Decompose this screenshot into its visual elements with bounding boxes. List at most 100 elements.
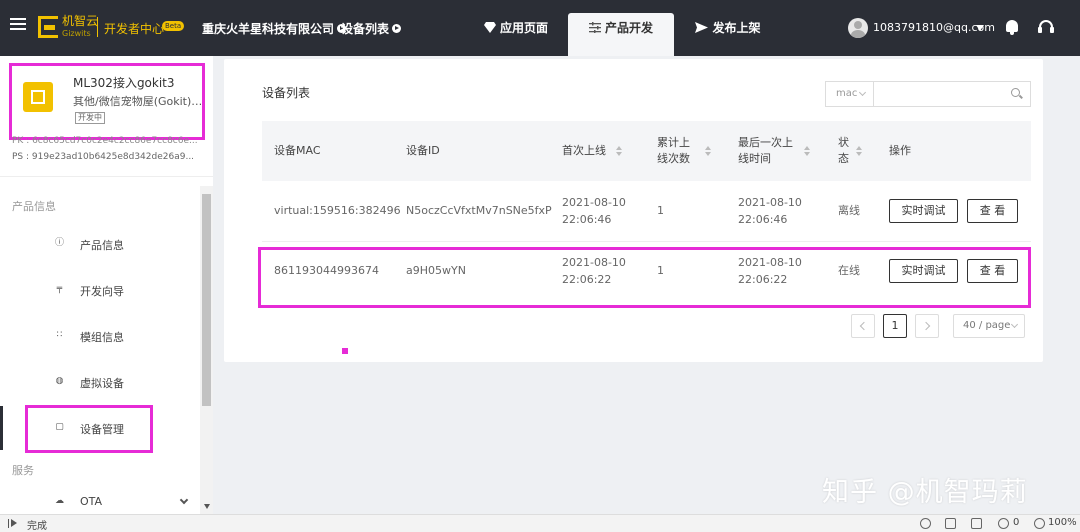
col-actions: 操作 [889,144,911,157]
chip-icon [23,82,53,112]
sidebar-item-label: 模组信息 [80,331,124,344]
logo-subtext: Gizwits [62,29,91,38]
tab-app-pages[interactable]: 应用页面 [470,13,562,56]
scroll-down-icon[interactable] [204,504,210,509]
first-online-date: 2021-08-10 [562,196,626,209]
pager-current-page[interactable]: 1 [883,314,907,338]
product-name: ML302接入gokit3 [73,76,175,90]
sidebar: ML302接入gokit3 其他/微信宠物屋(Gokit)/... 开发中 PK… [0,56,213,514]
diamond-icon [483,22,496,33]
col-first-online[interactable]: 首次上线 [562,143,606,159]
product-secret-value: PS : 919e23ad10b6425e8d342de26a9... [12,152,195,162]
cell-first-online: 2021-08-10 22:06:46 [562,194,626,228]
chevron-down-icon [858,88,867,97]
sidebar-item-virtual-device[interactable]: ◍ 虚拟设备 [0,360,200,404]
shield-icon[interactable] [920,518,931,529]
sidebar-item-label: 产品信息 [80,239,124,252]
page-title: 设备列表 [262,86,311,100]
download-icon[interactable] [971,518,982,529]
last-online-time: 22:06:46 [738,213,788,226]
realtime-debug-button[interactable]: 实时调试 [889,199,958,223]
annotation-dot [342,348,348,354]
col-label: 首次上线 [562,144,606,157]
highlight-box [25,405,153,453]
cloud-icon: ☁ [55,496,64,506]
bell-icon[interactable] [1006,20,1018,35]
sidebar-item-module-info[interactable]: ∷ 模组信息 [0,314,200,358]
company-name: 重庆火羊星科技有限公司 [202,22,335,36]
play-icon[interactable] [8,519,17,528]
col-label: 累计上线次数 [657,136,690,165]
sidebar-item-ota[interactable]: ☁ OTA [0,480,200,514]
product-card[interactable]: ML302接入gokit3 其他/微信宠物屋(Gokit)/... 开发中 [9,63,205,140]
col-status[interactable]: 状态 [838,135,852,167]
device-list-label: 设备列表 [341,22,390,36]
zoom-icon[interactable] [1034,518,1045,529]
top-nav: 机智云 Gizwits 开发者中心 Beta 重庆火羊星科技有限公司 设备列表 … [0,0,1080,56]
sidebar-item-label: 开发向导 [80,285,124,298]
gizwits-logo-icon [38,16,58,38]
caret-down-icon[interactable] [976,25,984,31]
sidebar-item-product-info[interactable]: ⓘ 产品信息 [0,222,200,266]
arrow-right-icon [392,24,402,33]
search-icon[interactable] [1011,88,1020,97]
product-secret: PS : 919e23ad10b6425e8d342de26a9... [12,152,208,162]
status-text: 完成 [27,521,47,532]
product-key: PK : 6c8c65cd7c0c2e4c2cc86e7cc8c6e... [12,136,198,144]
logo-divider [97,17,98,37]
info-icon: ⓘ [55,238,65,248]
headset-icon[interactable] [1038,20,1054,33]
col-online-count[interactable]: 累计上线次数 [657,135,697,167]
page-size-value: 40 / page [963,320,1011,331]
scrollbar-thumb[interactable] [202,194,211,406]
highlight-box [258,247,1031,308]
beta-badge: Beta [162,21,185,31]
sidebar-item-label: OTA [80,495,103,508]
tab-product-dev[interactable]: 产品开发 [568,13,674,56]
tab-publish[interactable]: 发布上架 [686,13,770,56]
sidebar-item-dev-guide[interactable]: ╤ 开发向导 [0,268,200,312]
menu-icon[interactable] [10,18,26,32]
sidebar-item-label: 虚拟设备 [80,377,124,390]
chevron-down-icon [1010,320,1019,329]
section-services: 服务 [12,464,34,477]
product-category: 其他/微信宠物屋(Gokit)/... [73,95,203,108]
adblock-count: 0 [1013,517,1020,528]
grid-icon: ∷ [56,330,63,340]
sort-icon[interactable] [616,146,622,156]
sort-icon[interactable] [856,146,862,156]
col-device-id: 设备ID [406,144,440,157]
send-icon [695,22,709,33]
company-selector[interactable]: 重庆火羊星科技有限公司 [202,20,347,37]
adblock-icon[interactable] [998,518,1009,529]
developer-center-title[interactable]: 开发者中心 [104,20,164,37]
cell-device-id: N5oczCcVfxtMv7nSNe5fxP [406,204,552,217]
sliders-icon [588,22,601,33]
pager-prev-button[interactable] [851,314,875,338]
tab-label: 应用页面 [499,21,548,35]
search-field-select[interactable]: mac [825,81,873,107]
active-indicator [0,406,3,450]
tab-label: 产品开发 [604,21,653,35]
search-input[interactable] [873,81,1031,107]
cell-online-count: 1 [657,204,664,217]
device-list-selector[interactable]: 设备列表 [341,20,402,37]
status-bar: 完成 0 100% [0,514,1080,532]
speaker-icon[interactable] [945,518,956,529]
view-button[interactable]: 查 看 [967,199,1018,223]
avatar[interactable] [848,18,868,38]
logo-text: 机智云 [62,14,99,28]
pin-icon: ╤ [56,284,63,294]
pager-next-button[interactable] [915,314,939,338]
sort-icon[interactable] [804,146,810,156]
table-header: 设备MAC 设备ID 首次上线 累计上线次数 最后一次上线时间 状态 操作 [262,121,1031,181]
col-last-online[interactable]: 最后一次上线时间 [738,135,802,167]
section-product-info: 产品信息 [12,200,56,213]
last-online-date: 2021-08-10 [738,196,802,209]
cell-mac: virtual:159516:382496 [274,204,401,217]
sort-icon[interactable] [705,146,711,156]
page-size-select[interactable]: 40 / page [953,314,1025,338]
table-row: virtual:159516:382496 N5oczCcVfxtMv7nSNe… [262,181,1031,241]
cell-last-online: 2021-08-10 22:06:46 [738,194,802,228]
col-device-mac: 设备MAC [274,144,321,157]
